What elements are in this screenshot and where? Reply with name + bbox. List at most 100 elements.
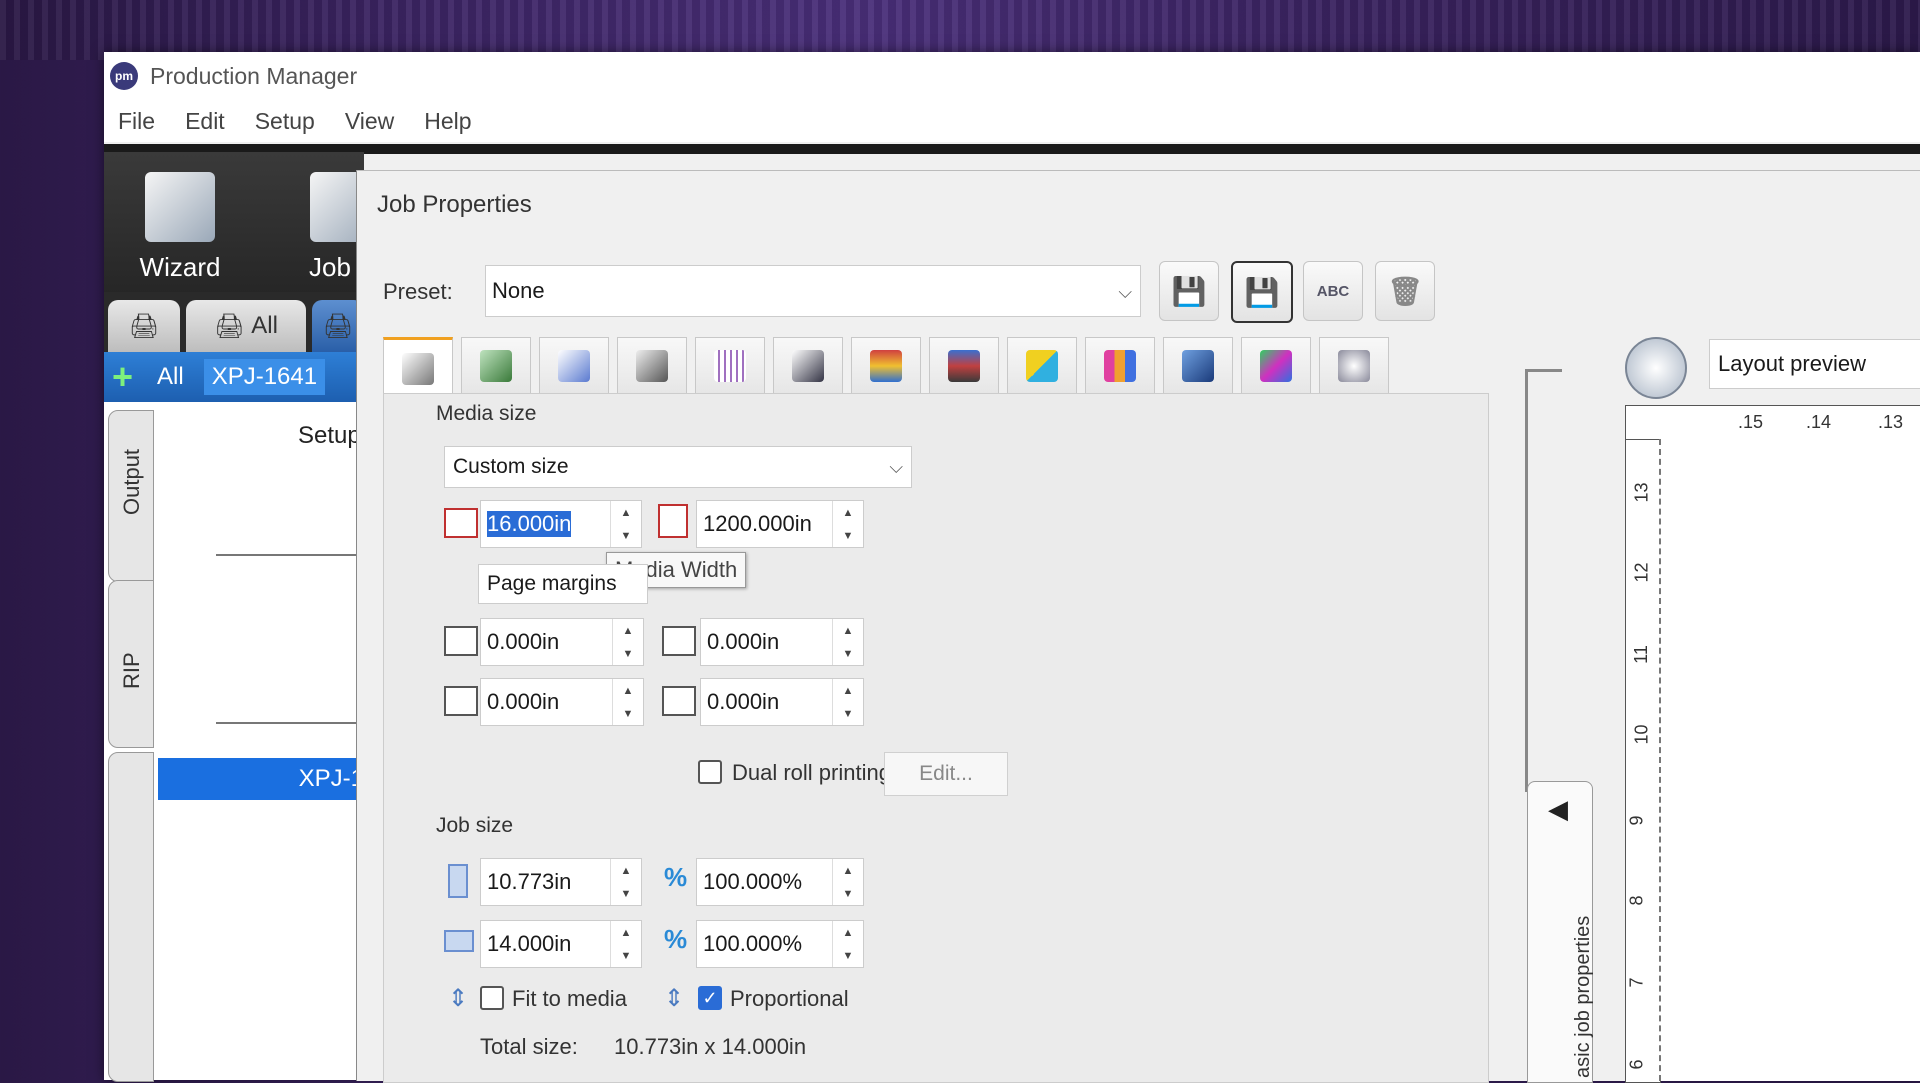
layout-icon (636, 350, 668, 382)
margin-right-field[interactable]: 0.000in ▲ ▼ (480, 678, 644, 726)
layout-preview-dropdown[interactable]: Layout preview (1709, 339, 1920, 389)
media-size-heading: Media size (436, 402, 537, 425)
job-width-stepper[interactable]: ▲ ▼ (610, 859, 641, 905)
media-height-icon (658, 504, 688, 538)
ruler-tick-label: .14 (1806, 412, 1832, 432)
job-height-percent-stepper[interactable]: ▲ ▼ (832, 921, 863, 967)
tab-copies[interactable] (461, 337, 531, 394)
output-side-tab[interactable]: Output (108, 410, 154, 582)
ruler-tick-label: .15 (1738, 412, 1764, 432)
tab-cut[interactable] (1163, 337, 1233, 394)
job-height-icon (444, 930, 474, 952)
filter-all[interactable]: All (157, 363, 184, 391)
margin-right-stepper[interactable]: ▲ ▼ (612, 679, 643, 725)
output-tab-label: Output (119, 448, 144, 515)
tab-media-profile[interactable] (929, 337, 999, 394)
toolbar-divider (104, 144, 1920, 154)
margin-top-stepper[interactable]: ▲ ▼ (832, 619, 863, 665)
job-side-tab[interactable] (108, 752, 154, 1082)
edit-button[interactable]: Edit... (884, 752, 1008, 796)
divider (216, 554, 364, 556)
proportional-label: Proportional (730, 986, 849, 1011)
dual-roll-checkbox[interactable] (698, 760, 722, 784)
job-height-percent-field[interactable]: 100.000% ▲ ▼ (696, 920, 864, 968)
media-width-stepper[interactable]: ▲ ▼ (610, 501, 641, 547)
job-height-field[interactable]: 14.000in ▲ ▼ (480, 920, 642, 968)
checkmark-icon: ✓ (702, 987, 718, 1008)
collapse-arrow-icon[interactable]: ◀ (1548, 794, 1568, 825)
percent-icon: % (664, 924, 688, 954)
job-width-percent-field[interactable]: 100.000% ▲ ▼ (696, 858, 864, 906)
rip-tab-label: RIP (119, 652, 144, 689)
properties-panel: Media size Custom size ⌵ 16.000in ▲ ▼ 120… (383, 393, 1489, 1083)
page-margins-dropdown[interactable]: Page margins (478, 564, 648, 604)
ruler-tick-label: 9 (1626, 815, 1647, 826)
margin-bottom-icon (662, 686, 696, 716)
fit-to-media-checkbox[interactable] (480, 986, 504, 1010)
tab-effects[interactable] (1319, 337, 1389, 394)
color-picker-icon (1260, 350, 1292, 382)
desktop-background (0, 0, 1920, 60)
divider (216, 722, 364, 724)
menu-view[interactable]: View (345, 108, 394, 135)
printer-icon: 🖨 (128, 312, 160, 340)
media-width-value: 16.000in (487, 511, 572, 537)
margin-top-value: 0.000in (707, 629, 780, 654)
media-size-dropdown[interactable]: Custom size ⌵ (444, 446, 912, 488)
tab-orientation[interactable] (539, 337, 609, 394)
save-preset-button[interactable]: 💾 (1159, 261, 1219, 321)
job-width-percent-value: 100.000% (703, 869, 803, 894)
left-ruler: 13 12 11 10 9 8 7 6 (1625, 439, 1661, 1083)
preset-dropdown[interactable]: None ⌵ (485, 265, 1141, 317)
printers-icon: 🖨 (214, 312, 245, 340)
tab-color-picker[interactable] (1241, 337, 1311, 394)
tab-tiling[interactable] (695, 337, 765, 394)
margin-left-field[interactable]: 0.000in ▲ ▼ (480, 618, 644, 666)
menu-edit[interactable]: Edit (185, 108, 225, 135)
job-height-stepper[interactable]: ▲ ▼ (610, 921, 641, 967)
media-height-stepper[interactable]: ▲ ▼ (832, 501, 863, 547)
media-height-field[interactable]: 1200.000in ▲ ▼ (696, 500, 864, 548)
tab-printer[interactable]: 🖨 (108, 300, 180, 352)
margin-bottom-field[interactable]: 0.000in ▲ ▼ (700, 678, 864, 726)
filter-printer[interactable]: XPJ-1641 (203, 359, 326, 395)
chevron-down-icon: ⌵ (889, 457, 903, 477)
rename-preset-button[interactable]: ABC (1303, 261, 1363, 321)
app-logo-icon: pm (110, 62, 138, 90)
tab-color-bars[interactable] (851, 337, 921, 394)
tab-all-printers[interactable]: 🖨 All (186, 300, 306, 352)
fit-to-media-icon: ⇕ (448, 985, 469, 1012)
basic-properties-collapse-tab[interactable]: ◀ asic job properties (1527, 781, 1594, 1083)
wizard-button[interactable]: Wizard (120, 164, 240, 284)
rip-side-tab[interactable]: RIP (108, 580, 154, 748)
media-size-icon (402, 353, 434, 385)
menu-file[interactable]: File (118, 108, 155, 135)
margin-right-value: 0.000in (487, 689, 560, 714)
job-width-percent-stepper[interactable]: ▲ ▼ (832, 859, 863, 905)
abc-icon: ABC (1316, 282, 1350, 300)
tab-spot-colors[interactable] (1007, 337, 1077, 394)
job-list-row-selected[interactable]: XPJ-1 (158, 758, 364, 800)
add-icon[interactable]: + (112, 356, 133, 398)
menu-setup[interactable]: Setup (255, 108, 315, 135)
tab-color-adjust[interactable] (1085, 337, 1155, 394)
margin-top-field[interactable]: 0.000in ▲ ▼ (700, 618, 864, 666)
preview-refresh-icon[interactable] (1625, 337, 1687, 399)
tab-media-size[interactable] (383, 337, 453, 398)
menu-help[interactable]: Help (424, 108, 471, 135)
layout-preview-canvas[interactable] (1659, 439, 1920, 1081)
tab-layout[interactable] (617, 337, 687, 394)
delete-preset-button[interactable]: 🗑 (1375, 261, 1435, 321)
media-width-field[interactable]: 16.000in ▲ ▼ (480, 500, 642, 548)
job-width-field[interactable]: 10.773in ▲ ▼ (480, 858, 642, 906)
printer-icon: 🖨 (322, 312, 354, 340)
color-adjust-icon (1104, 350, 1136, 382)
margin-left-stepper[interactable]: ▲ ▼ (612, 619, 643, 665)
margin-bottom-stepper[interactable]: ▲ ▼ (832, 679, 863, 725)
proportional-checkbox[interactable]: ✓ (698, 986, 722, 1010)
layout-preview-label: Layout preview (1718, 351, 1866, 376)
tab-marks[interactable] (773, 337, 843, 394)
ruler-tick-label: 7 (1626, 977, 1647, 988)
save-as-preset-button[interactable]: 💾 (1231, 261, 1293, 323)
ruler-tick-label: 12 (1631, 562, 1652, 583)
